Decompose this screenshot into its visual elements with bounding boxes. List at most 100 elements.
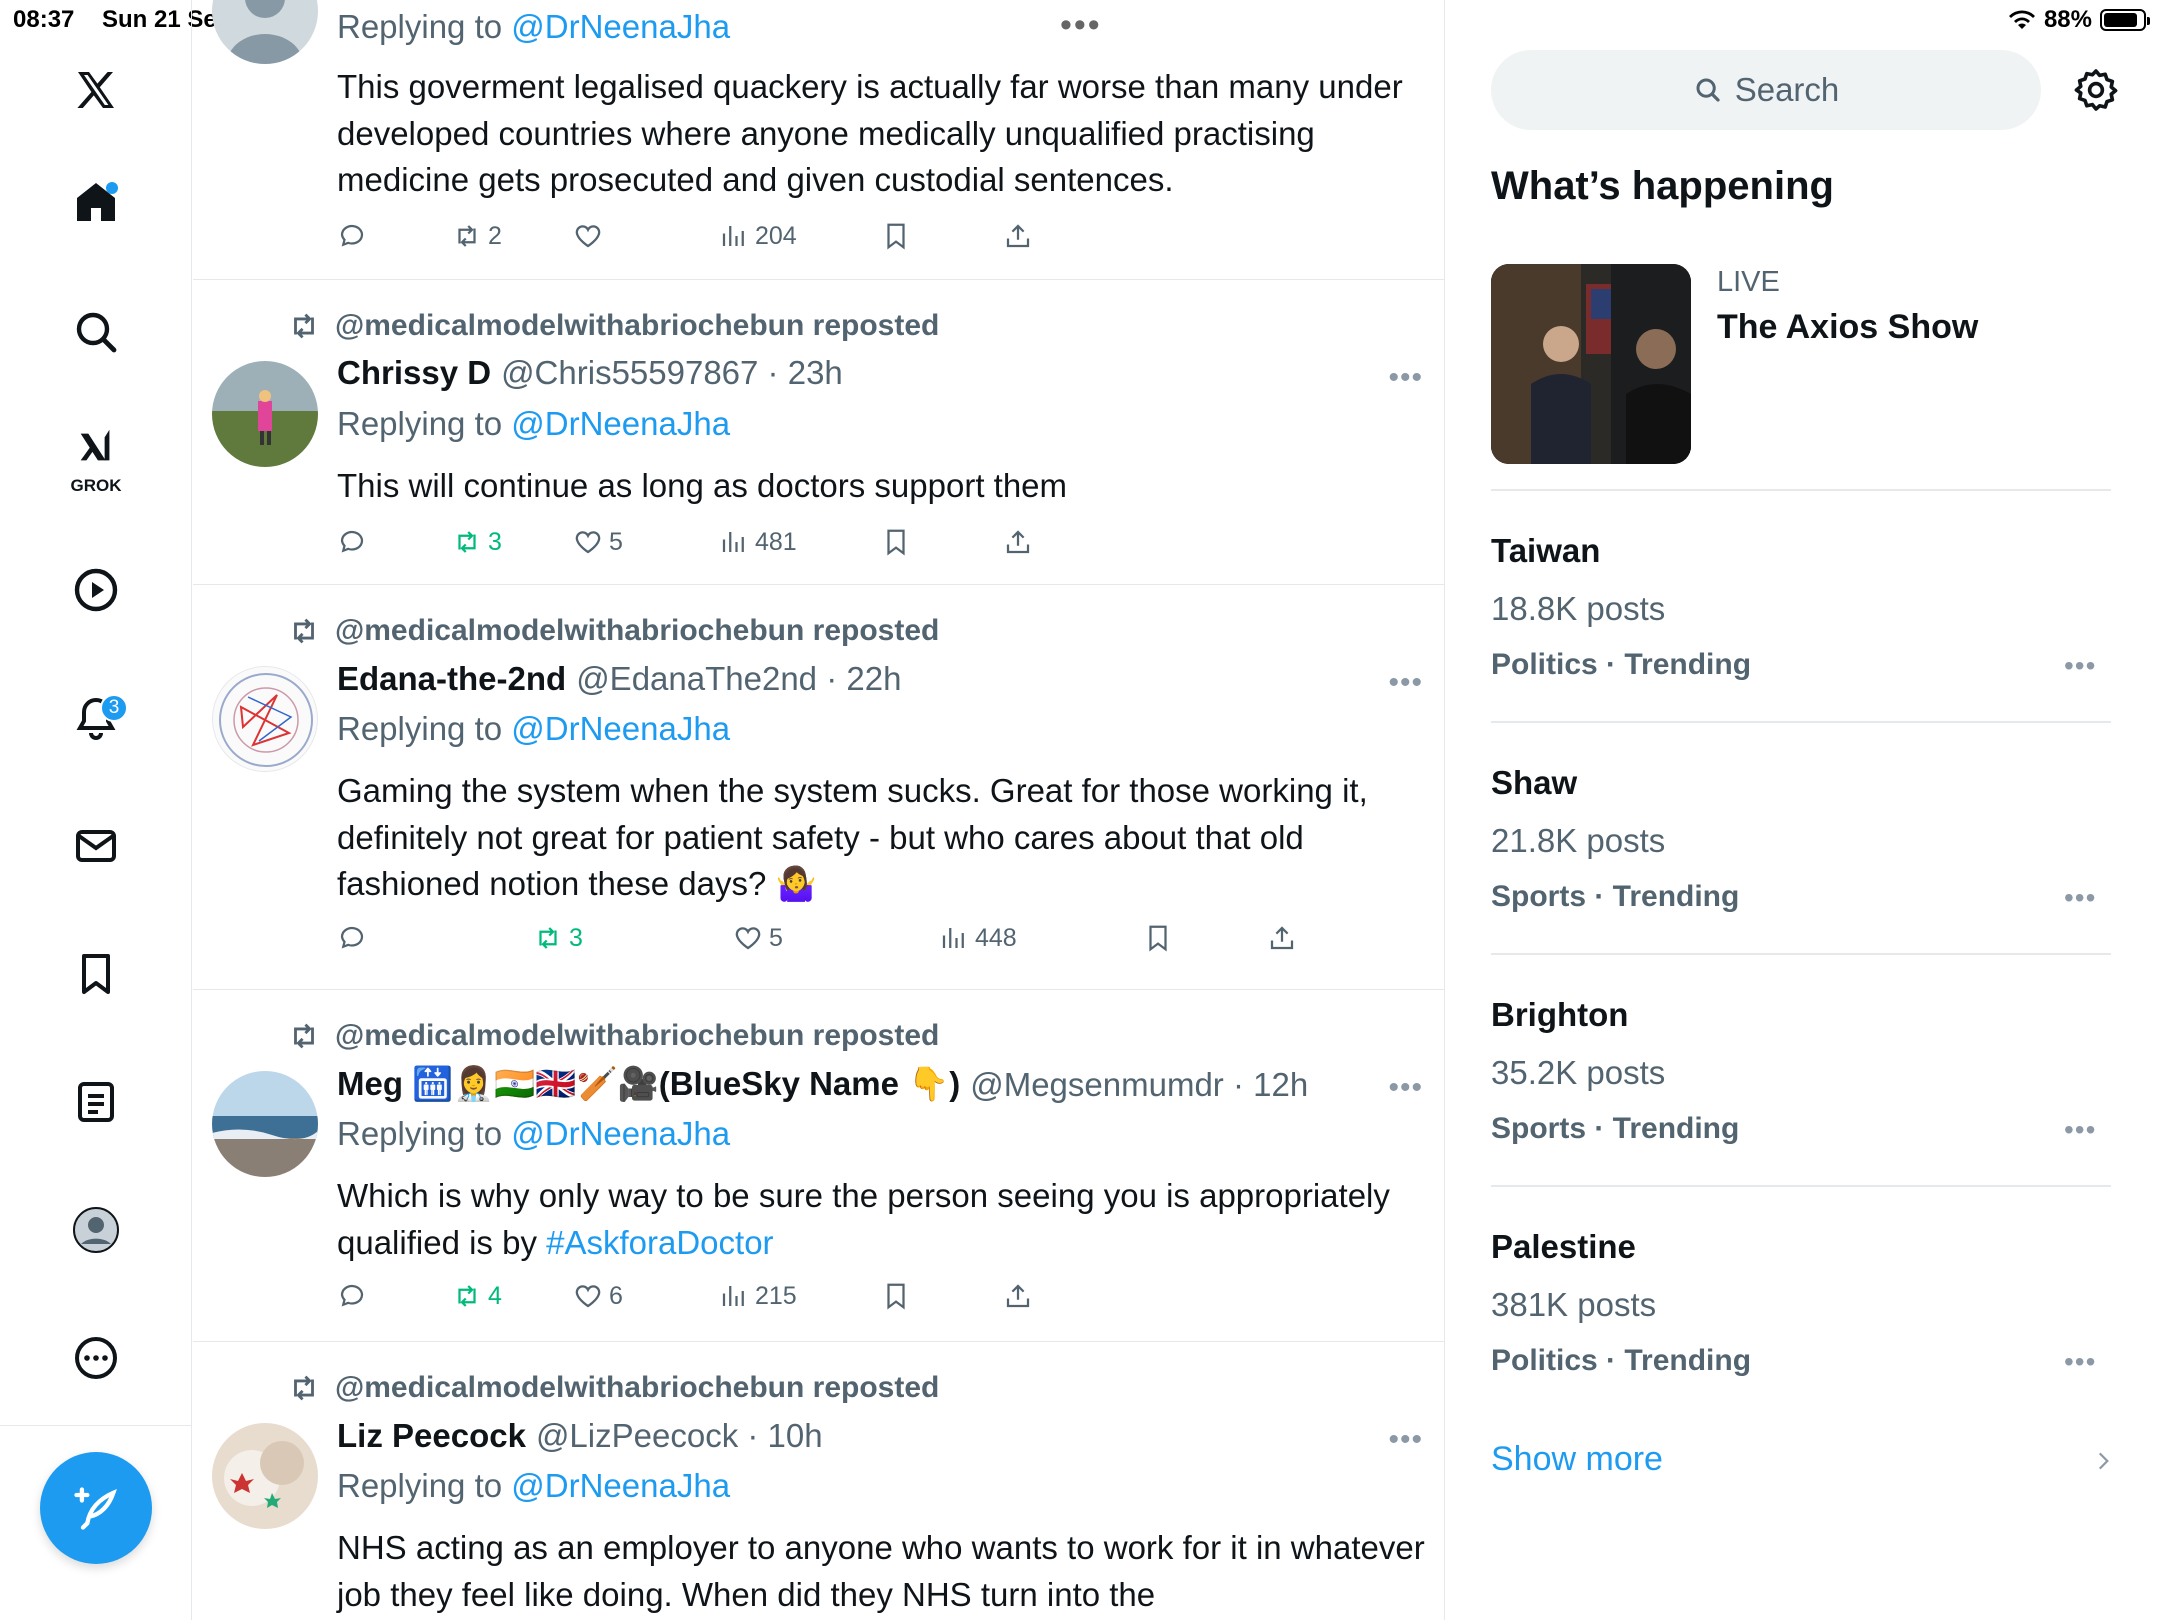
author-name[interactable]: Liz Peecock [337, 1417, 526, 1455]
messages-mail-icon[interactable] [48, 798, 144, 894]
timeline-feed: Replying to @DrNeenaJha This goverment l… [193, 0, 1445, 1620]
repost-button[interactable]: 3 [533, 923, 583, 953]
reply-icon [340, 530, 364, 553]
trend-more-button[interactable]: ••• [2064, 1346, 2096, 1378]
x-logo-icon[interactable] [48, 42, 144, 138]
compose-feather-icon [74, 1487, 117, 1530]
video-play-icon[interactable] [48, 542, 144, 638]
tweet-avatar[interactable] [212, 1071, 318, 1177]
share-button[interactable] [1003, 1281, 1033, 1311]
views-button[interactable]: 448 [939, 923, 1017, 953]
reply-handle-link[interactable]: @DrNeenaJha [511, 405, 730, 442]
views-button[interactable]: 481 [719, 527, 797, 557]
trend-category: Sports · Trending [1491, 880, 1740, 913]
reply-handle-link[interactable]: @DrNeenaJha [511, 1115, 730, 1152]
trend-posts: 381K posts [1491, 1286, 1657, 1323]
profile-avatar-icon[interactable] [48, 1182, 144, 1278]
reply-handle-link[interactable]: @DrNeenaJha [511, 8, 730, 45]
repost-button[interactable]: 4 [452, 1281, 502, 1311]
tweet[interactable]: @medicalmodelwithabriochebun reposted Ch… [193, 281, 1444, 585]
author-handle: @LizPeecock · 10h [535, 1417, 823, 1454]
views-button[interactable]: 215 [719, 1281, 797, 1311]
bookmark-button[interactable] [881, 527, 911, 557]
repost-indicator: @medicalmodelwithabriochebun reposted [287, 614, 939, 648]
grok-icon[interactable]: GROK [48, 408, 144, 504]
trend-name[interactable]: Brighton [1491, 996, 1628, 1034]
tweet-actions: 3 5 481 [337, 527, 1337, 567]
tweet-avatar[interactable] [212, 666, 318, 772]
share-button[interactable] [1267, 923, 1297, 953]
chevron-right-icon[interactable] [2090, 1446, 2116, 1476]
divider [1491, 721, 2111, 723]
tweet-more-button[interactable]: ••• [1388, 1423, 1423, 1457]
like-button[interactable]: 5 [733, 923, 783, 953]
views-chart-icon [722, 226, 744, 246]
tweet-avatar[interactable] [212, 361, 318, 467]
author-name[interactable]: Chrissy D [337, 354, 491, 392]
bookmark-icon [1149, 925, 1167, 952]
tweet-more-button[interactable]: ••• [1388, 361, 1423, 395]
tweet-actions: 4 6 215 [337, 1281, 1337, 1321]
home-icon[interactable] [48, 154, 144, 250]
author-line[interactable]: Chrissy D @Chris55597867 · 23h [337, 354, 843, 392]
heart-icon [575, 531, 601, 554]
tweet-more-button[interactable]: ••• [1388, 1071, 1423, 1105]
tweet[interactable]: @medicalmodelwithabriochebun reposted Me… [193, 991, 1444, 1342]
bookmark-button[interactable] [881, 1281, 911, 1311]
trend-name[interactable]: Shaw [1491, 764, 1577, 802]
reply-button[interactable] [337, 923, 367, 953]
author-line[interactable]: Liz Peecock @LizPeecock · 10h [337, 1417, 823, 1455]
share-icon [1270, 926, 1294, 950]
settings-gear-icon[interactable] [2072, 66, 2120, 114]
author-name[interactable]: Edana-the-2nd [337, 660, 566, 698]
like-button[interactable]: 5 [573, 527, 623, 557]
trend-more-button[interactable]: ••• [2064, 882, 2096, 914]
reply-button[interactable] [337, 1281, 367, 1311]
search-input[interactable]: Search [1491, 50, 2041, 130]
whats-happening-title: What’s happening [1491, 164, 1834, 208]
bookmark-button[interactable] [881, 221, 911, 251]
live-thumbnail[interactable] [1491, 264, 1691, 464]
divider [1491, 489, 2111, 491]
live-title[interactable]: The Axios Show [1717, 308, 1978, 347]
views-button[interactable]: 204 [719, 221, 797, 251]
replying-to: Replying to @DrNeenaJha [337, 405, 731, 442]
tweet-avatar[interactable] [212, 1423, 318, 1529]
author-line[interactable]: Meg 🛗👩‍⚕️🇮🇳🇬🇧🏏🎥(BlueSky Name 👇) @Megsenmu… [337, 1065, 1308, 1104]
tweet-actions: 2 204 [337, 221, 1337, 261]
reply-button[interactable] [337, 221, 367, 251]
more-options-icon[interactable] [48, 1310, 144, 1406]
bookmark-button[interactable] [1143, 923, 1173, 953]
trend-category: Politics · Trending [1491, 648, 1752, 681]
tweet[interactable]: Replying to @DrNeenaJha This goverment l… [193, 0, 1444, 280]
hashtag-link[interactable]: #AskforaDoctor [546, 1224, 773, 1261]
tweet-more-button[interactable]: ••• [1388, 666, 1423, 700]
reply-handle-link[interactable]: @DrNeenaJha [511, 1467, 730, 1504]
tweet-text: This will continue as long as doctors su… [337, 467, 1068, 504]
trend-more-button[interactable]: ••• [2064, 650, 2096, 682]
like-button[interactable] [573, 221, 609, 251]
repost-button[interactable]: 3 [452, 527, 502, 557]
lists-icon[interactable] [48, 1054, 144, 1150]
trend-more-button[interactable]: ••• [2064, 1114, 2096, 1146]
author-handle: @Megsenmumdr · 12h [970, 1065, 1309, 1103]
repost-button[interactable]: 2 [452, 221, 502, 251]
trend-name[interactable]: Palestine [1491, 1228, 1636, 1266]
tweet[interactable]: @medicalmodelwithabriochebun reposted Ed… [193, 586, 1444, 990]
like-button[interactable]: 6 [573, 1281, 623, 1311]
notifications-bell-icon[interactable]: 3 [48, 670, 144, 766]
bookmarks-icon[interactable] [48, 926, 144, 1022]
reply-handle-link[interactable]: @DrNeenaJha [511, 710, 730, 747]
share-button[interactable] [1003, 527, 1033, 557]
show-more-link[interactable]: Show more [1491, 1440, 1663, 1479]
explore-search-icon[interactable] [48, 284, 144, 380]
author-line[interactable]: Edana-the-2nd @EdanaThe2nd · 22h [337, 660, 901, 698]
heart-icon [735, 927, 761, 950]
compose-post-button[interactable] [40, 1452, 152, 1564]
trend-name[interactable]: Taiwan [1491, 532, 1600, 570]
author-name[interactable]: Meg 🛗👩‍⚕️🇮🇳🇬🇧🏏🎥(BlueSky Name 👇) [337, 1065, 960, 1104]
share-button[interactable] [1003, 221, 1033, 251]
reply-button[interactable] [337, 527, 367, 557]
tweet[interactable]: @medicalmodelwithabriochebun reposted Li… [193, 1343, 1444, 1620]
tweet-avatar[interactable] [212, 0, 318, 64]
